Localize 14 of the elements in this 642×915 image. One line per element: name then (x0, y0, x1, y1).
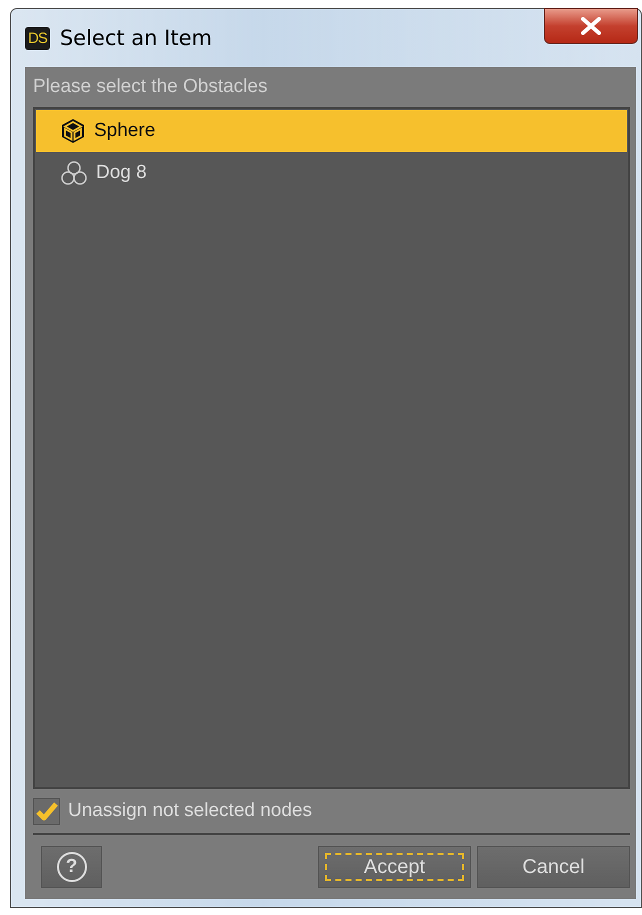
help-button[interactable]: ? (41, 846, 102, 888)
list-item[interactable]: Sphere (36, 110, 627, 152)
accept-button[interactable]: Accept (318, 846, 471, 888)
close-button[interactable] (544, 8, 638, 44)
app-logo: DS (25, 26, 50, 50)
checkbox[interactable] (33, 798, 60, 824)
cube-icon (60, 118, 86, 144)
list-item[interactable]: Dog 8 (36, 152, 627, 194)
prompt-label: Please select the Obstacles (33, 76, 268, 98)
checkbox-label: Unassign not selected nodes (68, 800, 312, 822)
window-title: Select an Item (60, 26, 212, 50)
close-icon (580, 17, 602, 35)
cancel-button[interactable]: Cancel (477, 846, 630, 888)
three-circles-icon (60, 160, 88, 186)
